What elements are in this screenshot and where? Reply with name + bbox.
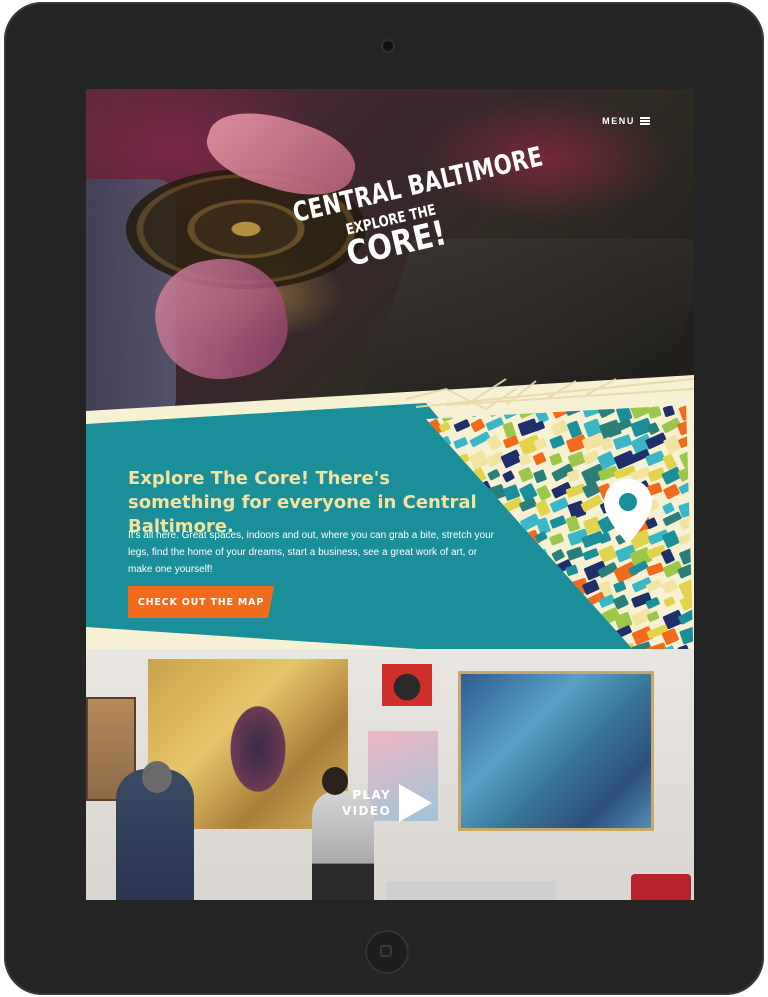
explore-description: It's all here. Great spaces, indoors and… <box>128 530 494 575</box>
video-art-gallery[interactable]: PLAY VIDEO <box>86 649 694 900</box>
camera-lens <box>383 41 393 51</box>
play-label[interactable]: PLAY <box>342 787 391 803</box>
play-icon[interactable] <box>399 784 433 822</box>
artwork-blue-faces <box>458 671 654 831</box>
home-button[interactable] <box>365 930 409 974</box>
artwork-small-portrait <box>382 664 432 706</box>
play-video-button[interactable]: PLAY VIDEO <box>342 784 433 822</box>
tablet-frame: MENU CENTRAL BALTIMORE EXPLORE THE CORE! <box>4 2 764 995</box>
video-label[interactable]: VIDEO <box>342 803 391 819</box>
check-out-map-button[interactable]: CHECK OUT THE MAP <box>128 586 274 618</box>
screen: MENU CENTRAL BALTIMORE EXPLORE THE CORE! <box>86 89 694 900</box>
